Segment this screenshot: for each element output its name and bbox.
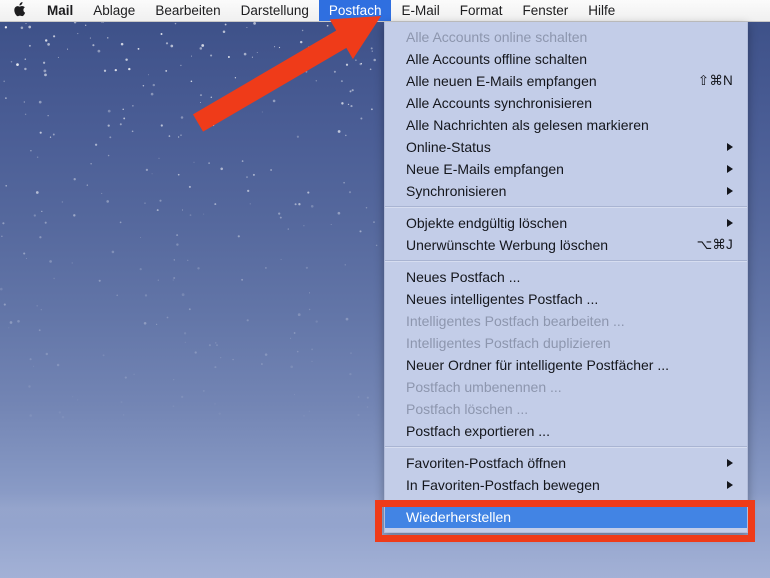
menu-item-alle-neuen-e-mails-empfangen[interactable]: Alle neuen E-Mails empfangen ⇧⌘N [385,70,747,92]
menu-item-label: Intelligentes Postfach bearbeiten ... [406,313,625,329]
menu-item-label: Online-Status [406,139,491,155]
menu-item-label: Neues Postfach ... [406,269,521,285]
menu-item-neuer-ordner-fur-intelligente-postfacher[interactable]: Neuer Ordner für intelligente Postfächer… [385,354,747,376]
menu-item-wiederherstellen[interactable]: Wiederherstellen [385,506,747,528]
postfach-dropdown-menu: Alle Accounts online schalten Alle Accoun… [384,22,748,533]
menu-item-label: Alle Nachrichten als gelesen markieren [406,117,649,133]
menu-item-postfach-exportieren[interactable]: Postfach exportieren ... [385,420,747,442]
menu-item-online-status[interactable]: Online-Status [385,136,747,158]
menu-item-shortcut: ⇧⌘N [697,73,733,88]
menu-item-alle-accounts-online-schalten: Alle Accounts online schalten [385,26,747,48]
menu-item-alle-accounts-synchronisieren[interactable]: Alle Accounts synchronisieren [385,92,747,114]
menu-item-in-favoriten-postfach-bewegen[interactable]: In Favoriten-Postfach bewegen [385,474,747,496]
menu-item-label: Neuer Ordner für intelligente Postfächer… [406,357,670,373]
menubar-item-label: Hilfe [588,2,616,18]
menubar-item-label: Darstellung [240,2,309,18]
menubar-item-label: Mail [47,2,74,18]
menubar-item-fenster[interactable]: Fenster [512,0,578,21]
menubar-item-bearbeiten[interactable]: Bearbeiten [145,0,230,21]
menubar-item-label: Format [459,2,503,18]
menu-separator [385,500,747,502]
menu-item-neues-intelligentes-postfach[interactable]: Neues intelligentes Postfach ... [385,288,747,310]
menubar-item-hilfe[interactable]: Hilfe [578,0,625,21]
screen: Mail Ablage Bearbeiten Darstellung Postf… [0,0,770,578]
menu-item-label: Wiederherstellen [406,509,512,525]
menubar-item-label: Bearbeiten [155,2,221,18]
menu-item-label: Neues intelligentes Postfach ... [406,291,599,307]
menu-item-label: Alle Accounts synchronisieren [406,95,592,111]
menu-item-unerwunschte-werbung-loschen[interactable]: Unerwünschte Werbung löschen ⌥⌘J [385,234,747,256]
menubar-item-ablage[interactable]: Ablage [83,0,145,21]
menu-item-synchronisieren[interactable]: Synchronisieren [385,180,747,202]
menu-item-label: Intelligentes Postfach duplizieren [406,335,611,351]
submenu-chevron-right-icon [727,481,733,489]
apple-logo-icon [13,2,26,17]
menu-item-label: Alle Accounts online schalten [406,29,588,45]
apple-menu-button[interactable] [0,0,37,21]
menu-item-alle-nachrichten-als-gelesen-markieren[interactable]: Alle Nachrichten als gelesen markieren [385,114,747,136]
menu-item-favoriten-postfach-offnen[interactable]: Favoriten-Postfach öffnen [385,452,747,474]
menu-item-label: Unerwünschte Werbung löschen [406,237,609,253]
menu-item-label: Alle Accounts offline schalten [406,51,588,67]
menu-item-label: Objekte endgültig löschen [406,215,568,231]
menu-separator [385,260,747,262]
menubar-item-format[interactable]: Format [450,0,513,21]
menubar-item-mail[interactable]: Mail [37,0,83,21]
menu-separator [385,206,747,208]
submenu-chevron-right-icon [727,165,733,173]
menu-item-neue-e-mails-empfangen[interactable]: Neue E-Mails empfangen [385,158,747,180]
menu-item-label: Synchronisieren [406,183,507,199]
menubar-item-darstellung[interactable]: Darstellung [231,0,319,21]
menu-item-label: Postfach umbenennen ... [406,379,562,395]
menubar-item-postfach[interactable]: Postfach [318,0,392,21]
menubar-item-label: Ablage [93,2,136,18]
menu-item-label: Alle neuen E-Mails empfangen [406,73,597,89]
menubar-item-label: Fenster [522,2,569,18]
menu-item-objekte-endgultig-loschen[interactable]: Objekte endgültig löschen [385,212,747,234]
menu-item-label: Neue E-Mails empfangen [406,161,564,177]
menu-item-label: In Favoriten-Postfach bewegen [406,477,600,493]
menu-item-neues-postfach[interactable]: Neues Postfach ... [385,266,747,288]
menu-item-postfach-umbenennen: Postfach umbenennen ... [385,376,747,398]
menu-item-intelligentes-postfach-bearbeiten: Intelligentes Postfach bearbeiten ... [385,310,747,332]
submenu-chevron-right-icon [727,219,733,227]
menu-separator [385,446,747,448]
menu-item-label: Favoriten-Postfach öffnen [406,455,567,471]
menu-item-intelligentes-postfach-duplizieren: Intelligentes Postfach duplizieren [385,332,747,354]
menubar-item-label: E-Mail [401,2,440,18]
macos-menu-bar: Mail Ablage Bearbeiten Darstellung Postf… [0,0,770,22]
menu-item-postfach-loschen: Postfach löschen ... [385,398,747,420]
menu-item-alle-accounts-offline-schalten[interactable]: Alle Accounts offline schalten [385,48,747,70]
submenu-chevron-right-icon [727,459,733,467]
menu-item-label: Postfach löschen ... [406,401,529,417]
submenu-chevron-right-icon [727,187,733,195]
menubar-item-email[interactable]: E-Mail [391,0,449,21]
menubar-item-label: Postfach [328,2,382,18]
menu-item-label: Postfach exportieren ... [406,423,550,439]
menu-item-shortcut: ⌥⌘J [696,237,733,252]
submenu-chevron-right-icon [727,143,733,151]
